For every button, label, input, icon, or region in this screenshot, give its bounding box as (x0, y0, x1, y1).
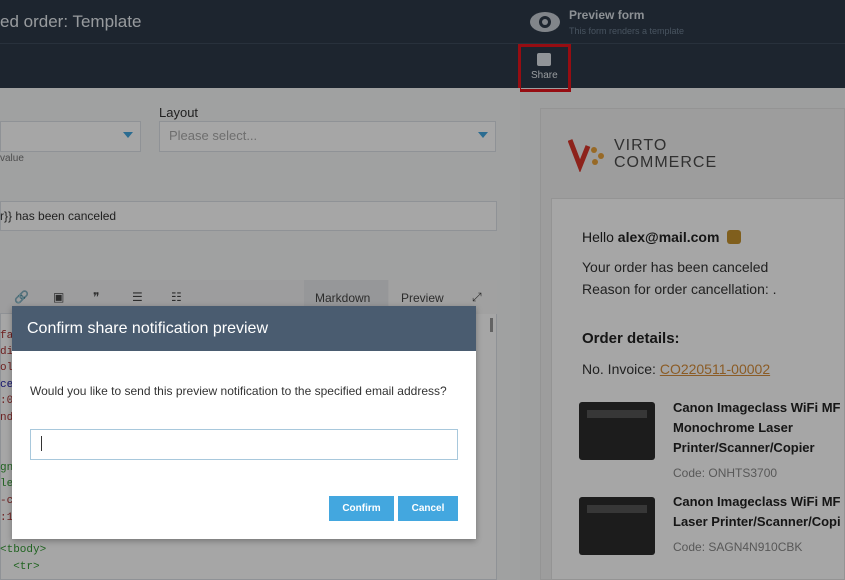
dialog-message: Would you like to send this preview noti… (30, 384, 447, 398)
confirm-button[interactable]: Confirm (329, 496, 394, 521)
email-input[interactable] (30, 429, 458, 460)
text-caret (41, 436, 42, 451)
dialog-title: Confirm share notification preview (27, 320, 268, 337)
cancel-button[interactable]: Cancel (398, 496, 458, 521)
